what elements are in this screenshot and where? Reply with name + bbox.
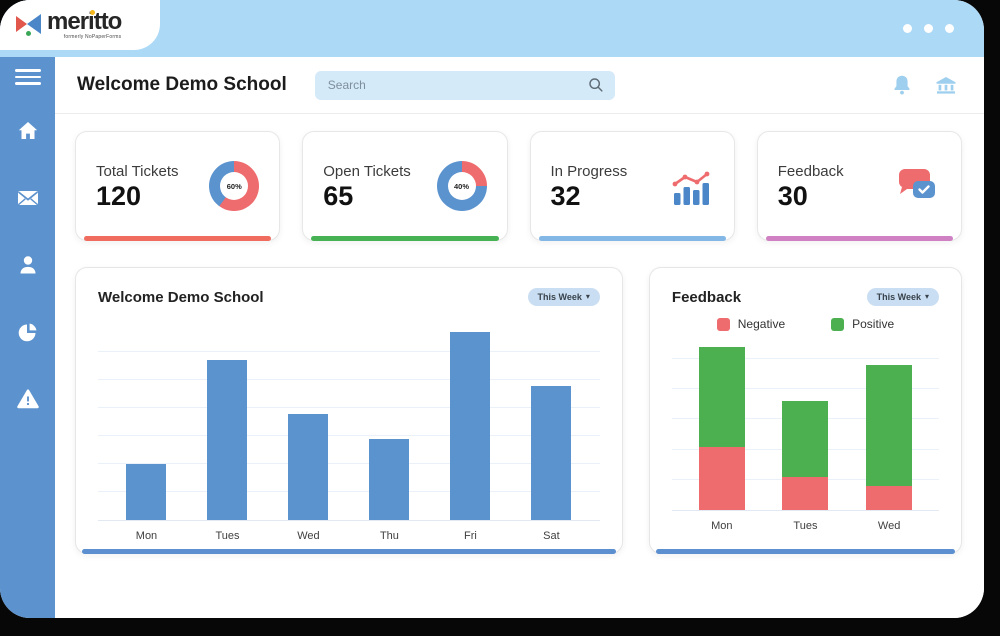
search-box [315, 71, 615, 100]
bar-mon [126, 464, 166, 520]
stat-label: Open Tickets [323, 163, 411, 180]
stat-card-open-tickets[interactable]: Open Tickets 65 40% [302, 131, 507, 241]
stat-value: 120 [96, 183, 179, 210]
period-label: This Week [538, 292, 582, 302]
stat-value: 32 [551, 183, 628, 210]
x-axis-label: Wed [268, 530, 349, 542]
alert-icon[interactable] [16, 387, 40, 411]
stat-card-total-tickets[interactable]: Total Tickets 120 60% [75, 131, 280, 241]
bar-wed-negative [866, 486, 912, 510]
feedback-chart-card: Feedback This Week ▾ Negative Positive [649, 267, 962, 554]
bar-wed [288, 414, 328, 520]
logo-tab: meritto formerly NoPaperForms [0, 0, 160, 50]
x-axis-label: Fri [430, 530, 511, 542]
weekly-tickets-chart-card: Welcome Demo School This Week ▾ MonTuesW… [75, 267, 623, 554]
donut-label: 60% [220, 172, 248, 200]
sidebar-nav [0, 57, 55, 618]
x-axis-label: Tues [187, 530, 268, 542]
chevron-down-icon: ▾ [925, 293, 929, 301]
stat-card-feedback[interactable]: Feedback 30 [757, 131, 962, 241]
legend-label: Positive [852, 317, 894, 331]
meritto-logo-icon [16, 13, 42, 37]
bar-tues [207, 360, 247, 520]
x-axis-label: Thu [349, 530, 430, 542]
positive-swatch [831, 318, 844, 331]
menu-icon[interactable] [15, 69, 41, 85]
card-accent-bar [539, 236, 726, 241]
feedback-chart-plot: MonTuesWed [672, 344, 939, 532]
x-axis-label: Mon [106, 530, 187, 542]
bar-tues-positive [782, 401, 828, 476]
bar-wed-positive [866, 365, 912, 486]
user-icon[interactable] [16, 253, 40, 277]
x-axis-label: Sat [511, 530, 592, 542]
bar-sat [531, 386, 571, 520]
chart-title: Feedback [672, 289, 741, 306]
stat-value: 65 [323, 183, 411, 210]
donut-chart-60: 60% [209, 161, 259, 211]
x-axis-label: Wed [847, 520, 931, 532]
mail-icon[interactable] [16, 186, 40, 210]
bar-mon-negative [699, 447, 745, 510]
main-content: Welcome Demo School [55, 57, 984, 618]
chat-bubbles-icon [893, 165, 941, 207]
bar-mon-positive [699, 347, 745, 447]
stat-value: 30 [778, 183, 844, 210]
legend-item-positive: Positive [831, 317, 894, 331]
app-window: meritto formerly NoPaperForms [0, 0, 984, 618]
window-menu-dots[interactable] [903, 24, 954, 33]
page-title: Welcome Demo School [77, 74, 287, 96]
card-accent-bar [84, 236, 271, 241]
home-icon[interactable] [16, 119, 40, 143]
stat-card-in-progress[interactable]: In Progress 32 [530, 131, 735, 241]
bank-icon[interactable] [934, 73, 958, 97]
chart-accent-bar [82, 549, 616, 554]
stat-cards-row: Total Tickets 120 60% Open Tickets 65 40… [55, 114, 984, 241]
logo-yellow-dot [90, 10, 95, 15]
negative-swatch [717, 318, 730, 331]
chart-legend: Negative Positive [672, 317, 939, 331]
charts-row: Welcome Demo School This Week ▾ MonTuesW… [55, 241, 984, 554]
chart-title: Welcome Demo School [98, 289, 264, 306]
stat-label: Feedback [778, 163, 844, 180]
legend-label: Negative [738, 317, 785, 331]
dot-icon[interactable] [903, 24, 912, 33]
stat-label: Total Tickets [96, 163, 179, 180]
period-dropdown[interactable]: This Week ▾ [867, 288, 939, 306]
period-label: This Week [877, 292, 921, 302]
card-accent-bar [766, 236, 953, 241]
search-input[interactable] [315, 71, 615, 100]
card-accent-bar [311, 236, 498, 241]
logo-tagline: formerly NoPaperForms [47, 35, 121, 40]
main-chart-plot: MonTuesWedThuFriSat [98, 324, 600, 542]
stat-label: In Progress [551, 163, 628, 180]
dot-icon[interactable] [945, 24, 954, 33]
chart-accent-bar [656, 549, 955, 554]
x-axis-label: Mon [680, 520, 764, 532]
dot-icon[interactable] [924, 24, 933, 33]
search-icon[interactable] [587, 76, 605, 94]
bar-thu [369, 439, 409, 520]
donut-label: 40% [448, 172, 476, 200]
logo-text-block: meritto formerly NoPaperForms [47, 10, 121, 40]
bar-tues-negative [782, 477, 828, 510]
legend-item-negative: Negative [717, 317, 785, 331]
period-dropdown[interactable]: This Week ▾ [528, 288, 600, 306]
bar-chart-trend-icon [666, 165, 714, 207]
bar-fri [450, 332, 490, 520]
bell-icon[interactable] [890, 73, 914, 97]
donut-chart-40: 40% [437, 161, 487, 211]
logo-wordmark: meritto [47, 8, 121, 35]
pie-chart-icon[interactable] [16, 320, 40, 344]
chevron-down-icon: ▾ [586, 293, 590, 301]
x-axis-label: Tues [764, 520, 848, 532]
page-header: Welcome Demo School [55, 57, 984, 114]
